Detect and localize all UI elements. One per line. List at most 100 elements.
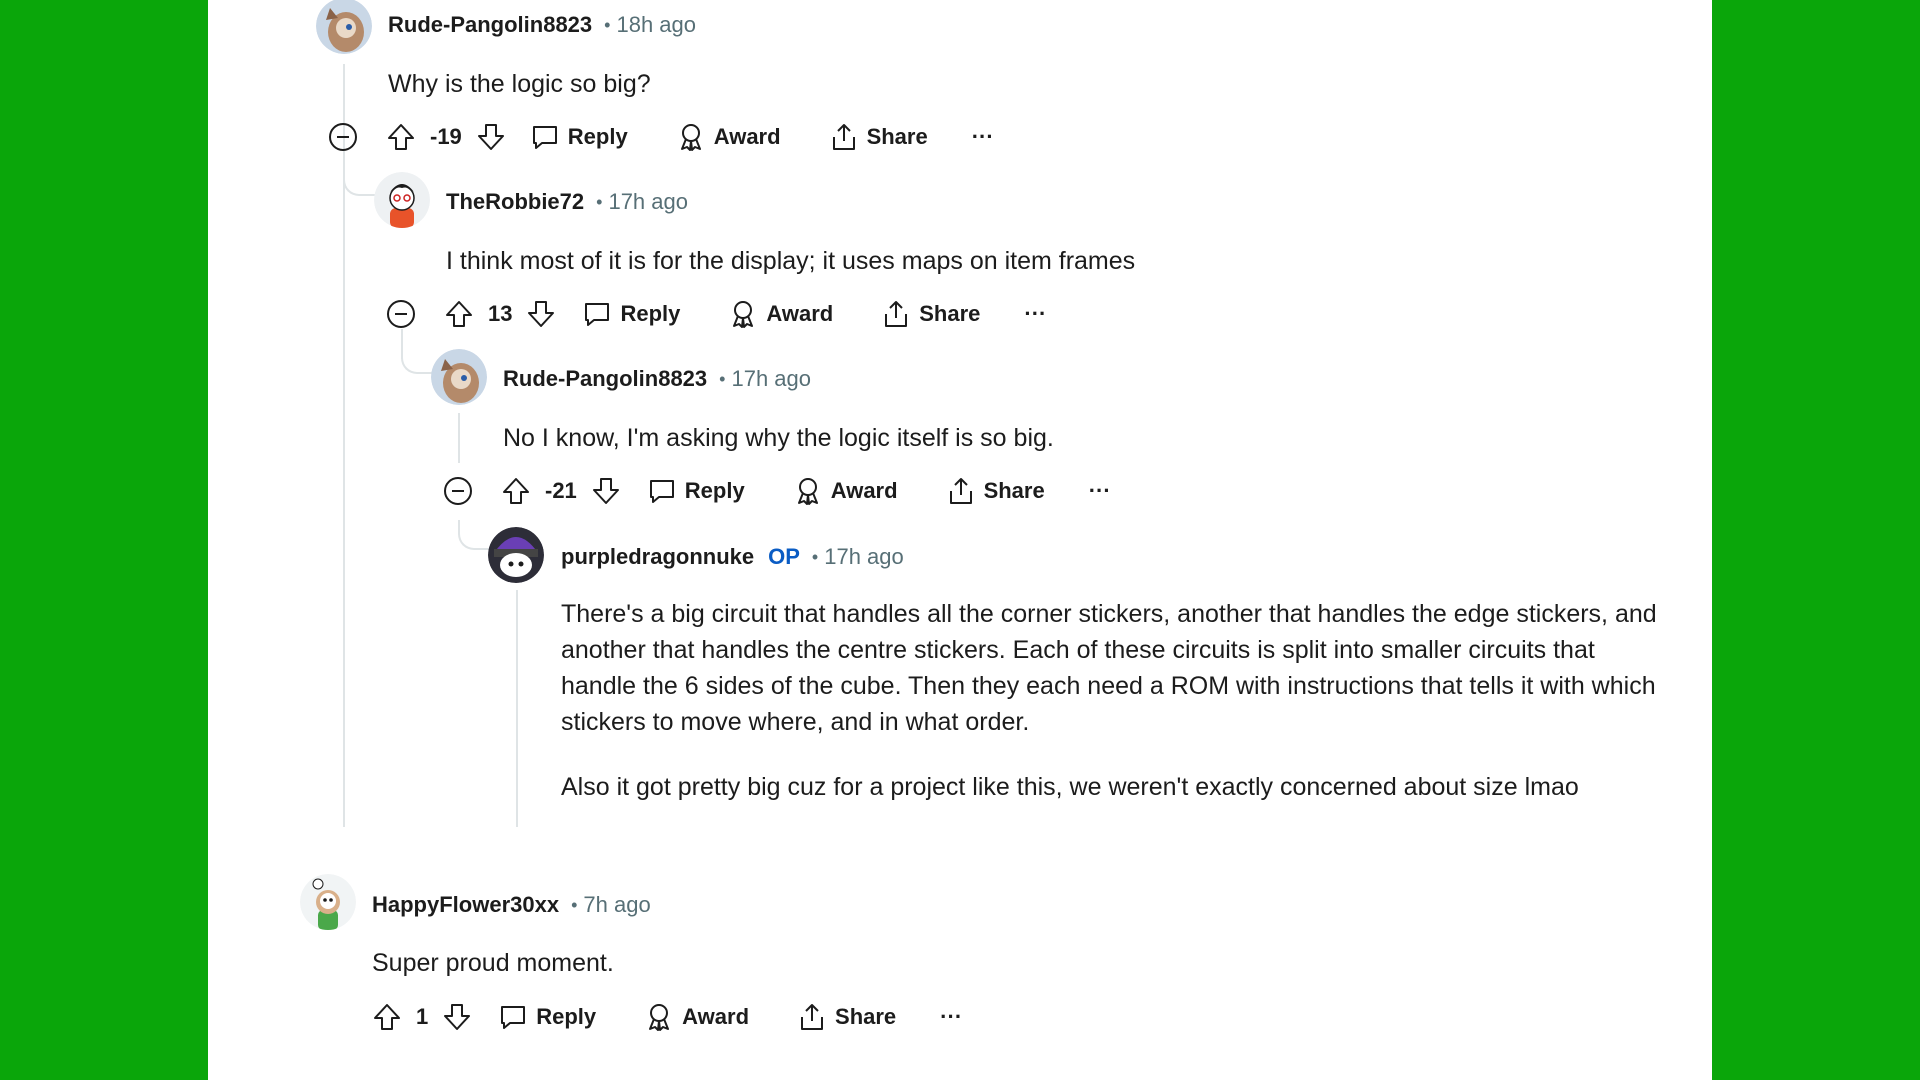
reply-button[interactable]: Reply <box>647 476 745 506</box>
downvote-icon[interactable] <box>591 476 621 506</box>
award-label: Award <box>766 301 834 326</box>
award-icon <box>793 476 823 506</box>
collapse-icon[interactable] <box>328 122 358 152</box>
reply-icon <box>530 122 560 152</box>
comment-paragraph: There's a big circuit that handles all t… <box>561 600 1657 736</box>
comment-thread-panel: Rude-Pangolin8823 • 18h ago Why is the l… <box>208 0 1712 1080</box>
share-label: Share <box>919 301 981 326</box>
reply-label: Reply <box>620 301 681 326</box>
award-button[interactable]: Award <box>728 299 833 329</box>
upvote-icon[interactable] <box>386 122 416 152</box>
award-button[interactable]: Award <box>676 122 781 152</box>
timestamp[interactable]: 7h ago <box>583 892 650 918</box>
avatar[interactable] <box>300 874 356 930</box>
pangolin-avatar-icon <box>316 0 372 54</box>
vote-score: 13 <box>488 301 513 326</box>
author-name[interactable]: Rude-Pangolin8823 <box>388 12 592 38</box>
avatar[interactable] <box>316 0 372 54</box>
reply-button[interactable]: Reply <box>582 299 680 329</box>
author-name[interactable]: Rude-Pangolin8823 <box>503 366 707 392</box>
separator-dot: • <box>604 14 611 35</box>
author-name[interactable]: TheRobbie72 <box>446 189 584 215</box>
thread-line-level-4[interactable] <box>516 590 518 827</box>
avatar[interactable] <box>488 527 544 583</box>
comment-text: Why is the logic so big? <box>388 70 651 98</box>
separator-dot: • <box>811 546 819 567</box>
share-icon <box>946 476 976 506</box>
share-button[interactable]: Share <box>881 299 980 329</box>
share-icon <box>797 1002 827 1032</box>
share-button[interactable]: Share <box>829 122 928 152</box>
more-options-button[interactable]: ··· <box>1089 478 1111 504</box>
share-button[interactable]: Share <box>797 1002 896 1032</box>
collapse-icon[interactable] <box>443 476 473 506</box>
comment-text: Super proud moment. <box>372 949 614 977</box>
award-label: Award <box>830 478 898 503</box>
comment-body: No I know, I'm asking why the logic itse… <box>503 420 1653 456</box>
flower-avatar-icon <box>300 874 356 930</box>
reply-icon <box>498 1002 528 1032</box>
share-icon <box>881 299 911 329</box>
timestamp[interactable]: 18h ago <box>616 12 696 38</box>
timestamp[interactable]: 17h ago <box>824 544 904 570</box>
op-avatar-icon <box>488 527 544 583</box>
more-options-button[interactable]: ··· <box>940 1004 962 1030</box>
comment-actions: 13 Reply Award Share ··· <box>386 294 1046 334</box>
author-name[interactable]: HappyFlower30xx <box>372 892 559 918</box>
reply-label: Reply <box>684 478 745 503</box>
share-label: Share <box>866 124 928 149</box>
comment-body: Super proud moment. <box>372 945 1572 981</box>
separator-dot: • <box>596 191 603 212</box>
award-button[interactable]: Award <box>793 476 898 506</box>
share-label: Share <box>835 1004 897 1029</box>
award-icon <box>728 299 758 329</box>
comment-text: No I know, I'm asking why the logic itse… <box>503 424 1054 452</box>
reply-button[interactable]: Reply <box>530 122 628 152</box>
award-button[interactable]: Award <box>644 1002 749 1032</box>
avatar[interactable] <box>374 172 430 228</box>
more-options-button[interactable]: ··· <box>972 124 994 150</box>
pangolin-avatar-icon <box>431 349 487 405</box>
thread-line-level-3[interactable] <box>458 413 460 463</box>
downvote-icon[interactable] <box>526 299 556 329</box>
separator-dot: • <box>719 368 726 389</box>
upvote-icon[interactable] <box>372 1002 402 1032</box>
share-label: Share <box>983 478 1045 503</box>
comment-body: There's a big circuit that handles all t… <box>561 596 1661 805</box>
comment-body: I think most of it is for the display; i… <box>446 243 1646 279</box>
more-icon: ··· <box>940 1004 963 1029</box>
share-button[interactable]: Share <box>946 476 1045 506</box>
vote-score: -21 <box>545 478 577 503</box>
more-icon: ··· <box>971 124 994 149</box>
robbie-avatar-icon <box>374 172 430 228</box>
award-icon <box>676 122 706 152</box>
comment-actions: 1 Reply Award Share ··· <box>372 997 962 1037</box>
award-label: Award <box>713 124 781 149</box>
avatar[interactable] <box>431 349 487 405</box>
collapse-icon[interactable] <box>386 299 416 329</box>
vote-score: -19 <box>430 124 462 149</box>
award-icon <box>644 1002 674 1032</box>
upvote-icon[interactable] <box>444 299 474 329</box>
reply-label: Reply <box>536 1004 597 1029</box>
comment-text: I think most of it is for the display; i… <box>446 247 1136 275</box>
timestamp[interactable]: 17h ago <box>608 189 688 215</box>
downvote-icon[interactable] <box>442 1002 472 1032</box>
author-name[interactable]: purpledragonnuke <box>561 544 754 570</box>
reply-button[interactable]: Reply <box>498 1002 596 1032</box>
more-icon: ··· <box>1024 301 1047 326</box>
award-label: Award <box>682 1004 750 1029</box>
upvote-icon[interactable] <box>501 476 531 506</box>
separator-dot: • <box>571 894 578 915</box>
op-badge: OP <box>768 544 800 569</box>
more-options-button[interactable]: ··· <box>1024 301 1046 327</box>
comment-paragraph: Also it got pretty big cuz for a project… <box>561 773 1579 801</box>
reply-icon <box>647 476 677 506</box>
reply-icon <box>582 299 612 329</box>
comment-body: Why is the logic so big? <box>388 66 1588 102</box>
downvote-icon[interactable] <box>476 122 506 152</box>
share-icon <box>829 122 859 152</box>
timestamp[interactable]: 17h ago <box>731 366 811 392</box>
vote-score: 1 <box>416 1004 429 1029</box>
more-icon: ··· <box>1088 478 1111 503</box>
